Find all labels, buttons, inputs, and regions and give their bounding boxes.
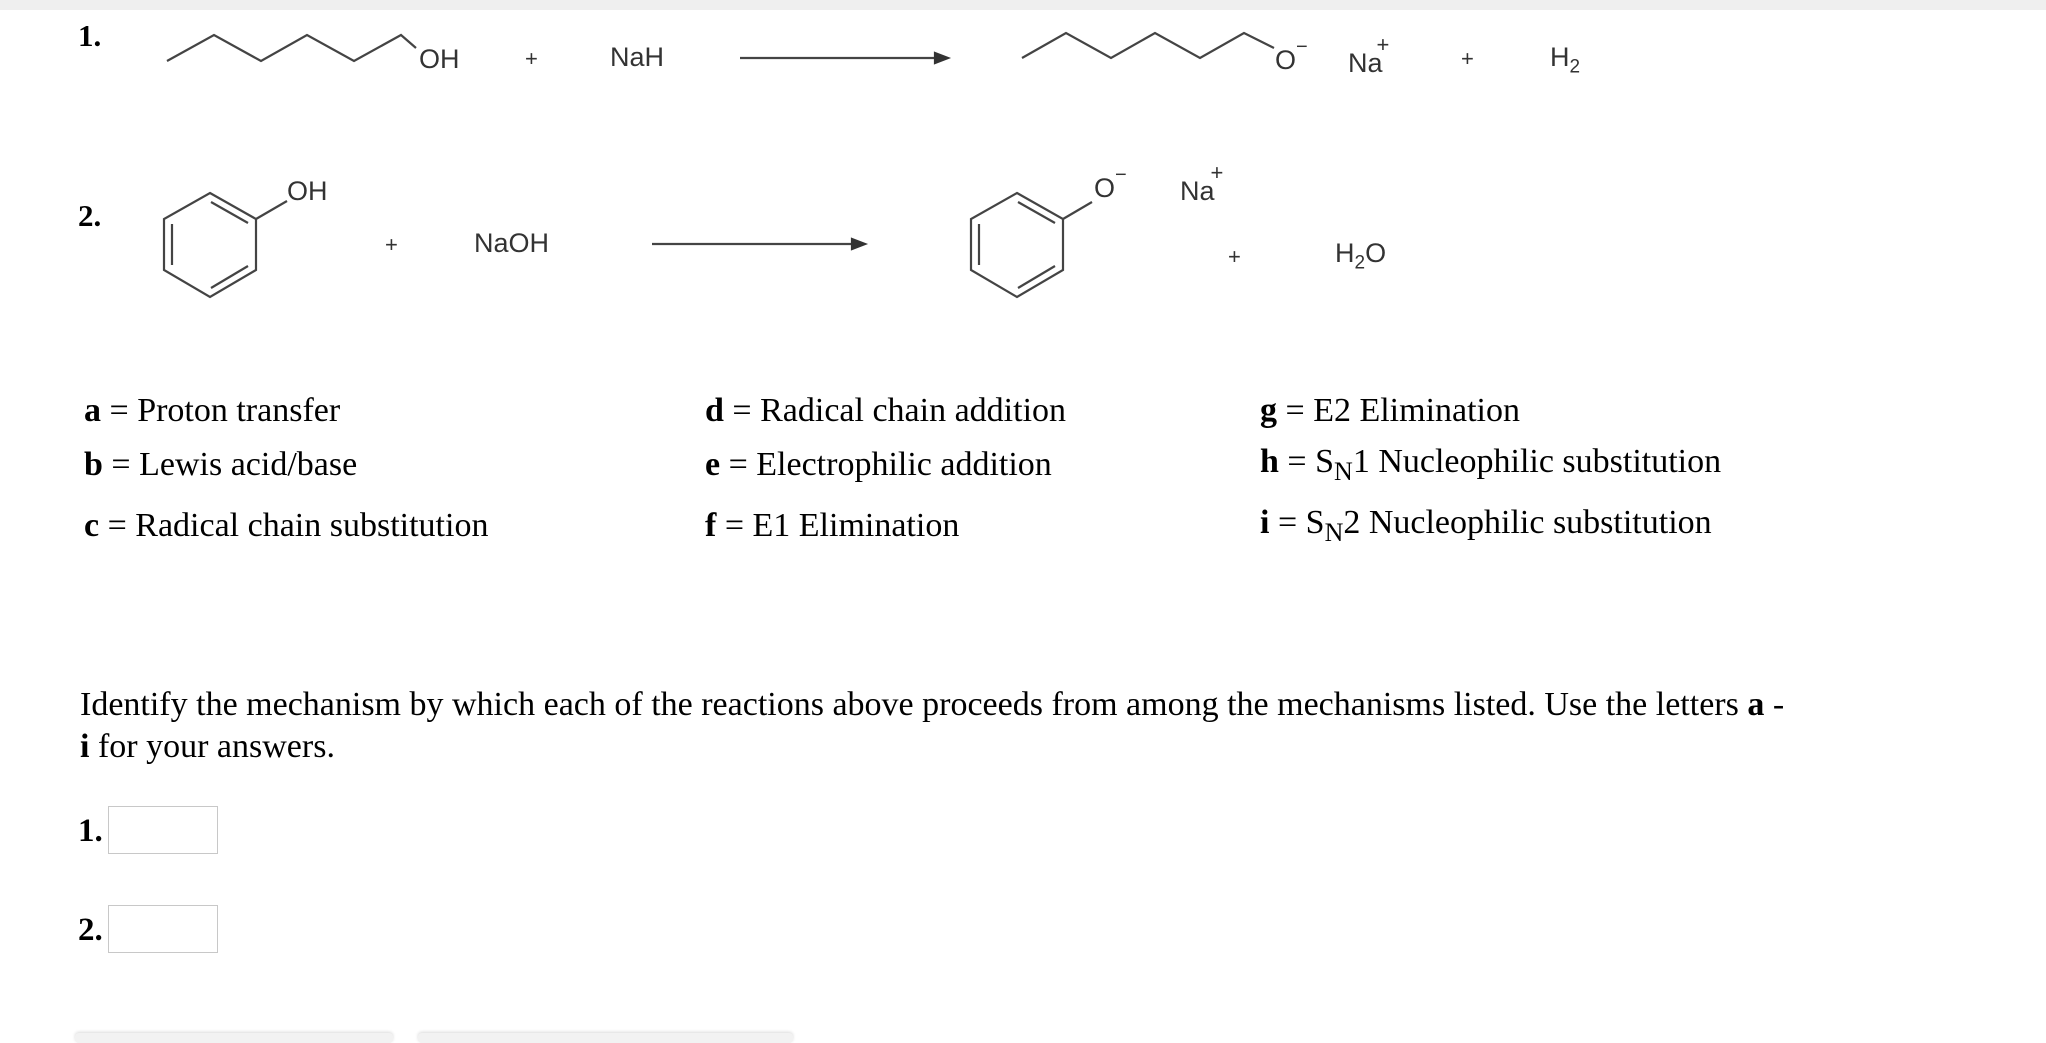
mechanism-item-f: f = E1 Elimination <box>705 507 959 545</box>
phenoxide-ring <box>969 191 1093 299</box>
mechanism-letter: d <box>705 392 724 429</box>
oxide-label: O− <box>1275 36 1308 76</box>
equals-sign: = <box>99 507 136 544</box>
hydrogen-symbol: H <box>1550 42 1570 72</box>
equals-sign: = <box>716 507 753 544</box>
mechanism-letter: a <box>84 392 101 429</box>
equals-sign: = <box>723 392 761 429</box>
mechanism-name: Electrophilic addition <box>756 446 1052 483</box>
hydrogen-symbol: H <box>1335 238 1355 268</box>
sodium-symbol: Na <box>1180 176 1215 206</box>
mechanism-item-i: i = SN2 Nucleophilic substitution <box>1260 504 1712 546</box>
positive-charge: + <box>1210 160 1224 185</box>
mechanism-name: Lewis acid/base <box>139 446 358 483</box>
subscript: 2 <box>1354 252 1366 274</box>
mechanism-letter: h <box>1260 443 1279 480</box>
water-molecule: H2O <box>1335 238 1386 274</box>
hydrogen-gas: H2 <box>1550 42 1580 78</box>
mechanism-name: Radical chain addition <box>760 392 1067 429</box>
equals-sign: = <box>102 446 140 483</box>
negative-charge: − <box>1115 164 1127 186</box>
equals-sign: = <box>720 446 757 483</box>
mechanism-letter: c <box>84 507 100 544</box>
instruction-text: Identify the mechanism by which each of … <box>80 686 1748 723</box>
negative-charge: − <box>1296 36 1308 58</box>
answer-2-label: 2. <box>78 912 103 948</box>
positive-charge: + <box>1376 32 1390 57</box>
mechanism-item-b: b = Lewis acid/base <box>84 446 357 484</box>
mechanism-name: 2 Nucleophilic substitution <box>1343 504 1712 541</box>
sn-subscript: N <box>1324 518 1344 547</box>
equals-sign: = <box>101 392 138 429</box>
mechanism-letter: f <box>705 507 717 544</box>
plus-sign: + <box>1461 46 1474 71</box>
sn-subscript: N <box>1334 457 1353 486</box>
oxygen-atom: O <box>1275 45 1297 75</box>
mechanism-letter: g <box>1260 392 1277 429</box>
instruction-text-end: for your answers. <box>89 728 335 765</box>
mechanism-item-h: h = SN1 Nucleophilic substitution <box>1260 443 1722 485</box>
mechanism-name: E2 Elimination <box>1313 392 1520 429</box>
subscript: 2 <box>1569 56 1581 78</box>
mechanism-item-d: d = Radical chain addition <box>705 392 1066 430</box>
mechanism-name: Proton transfer <box>137 392 341 429</box>
mechanism-item-g: g = E2 Elimination <box>1260 392 1520 430</box>
sodium-ion: Na+ <box>1180 160 1223 207</box>
equals-sign: = <box>1269 504 1306 541</box>
equals-sign: = <box>1278 443 1316 480</box>
answer-2-input[interactable] <box>108 905 218 953</box>
answer-1-label: 1. <box>78 813 103 849</box>
secondary-button[interactable] <box>418 1033 793 1043</box>
mechanism-item-e: e = Electrophilic addition <box>705 446 1052 484</box>
oxygen-atom: O <box>1094 173 1116 203</box>
letter-start: a <box>1747 686 1765 723</box>
oxygen-symbol: O <box>1365 238 1387 268</box>
mechanism-name: Radical chain substitution <box>135 507 489 544</box>
answer-1-input[interactable] <box>108 806 218 854</box>
sn-prefix: S <box>1315 443 1335 480</box>
oxide-label: O− <box>1094 164 1127 204</box>
mechanism-name: 1 Nucleophilic substitution <box>1352 443 1722 480</box>
mechanism-item-c: c = Radical chain substitution <box>84 507 488 545</box>
plus-sign: + <box>1228 244 1241 269</box>
dash: - <box>1764 686 1785 723</box>
instructions: Identify the mechanism by which each of … <box>80 684 1980 768</box>
sn-prefix: S <box>1305 504 1325 541</box>
mechanism-name: E1 Elimination <box>752 507 960 544</box>
equals-sign: = <box>1277 392 1314 429</box>
mechanism-letter: b <box>84 446 103 483</box>
mechanism-letter: e <box>705 446 721 483</box>
sodium-ion: Na+ <box>1348 32 1389 79</box>
submit-button[interactable] <box>75 1033 393 1043</box>
mechanism-item-a: a = Proton transfer <box>84 392 340 430</box>
